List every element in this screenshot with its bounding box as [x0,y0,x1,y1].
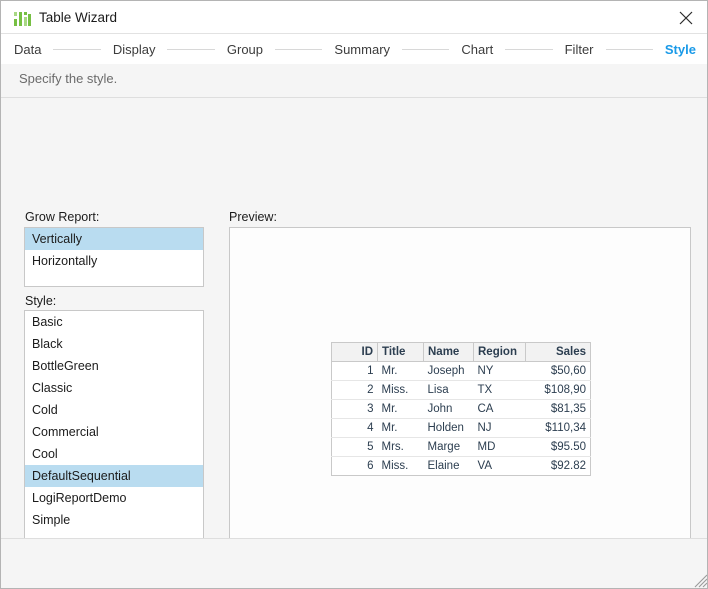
table-cell: VA [474,457,526,476]
dialog-body: Grow Report: VerticallyHorizontally Styl… [1,98,708,538]
step-connector [606,49,653,50]
table-cell: NY [474,362,526,381]
table-row: 5Mrs.MargeMD$95.50 [332,438,591,457]
table-cell: 5 [332,438,378,457]
column-header-region: Region [474,343,526,362]
column-header-name: Name [424,343,474,362]
table-cell: Mr. [378,419,424,438]
table-cell: Lisa [424,381,474,400]
wizard-step-style[interactable]: Style [665,42,696,57]
style-option-cool[interactable]: Cool [25,443,203,465]
table-cell: Elaine [424,457,474,476]
step-connector [53,49,100,50]
table-cell: John [424,400,474,419]
table-cell: $95.50 [526,438,591,457]
table-cell: 2 [332,381,378,400]
style-option-cold[interactable]: Cold [25,399,203,421]
column-header-sales: Sales [526,343,591,362]
wizard-step-chart[interactable]: Chart [461,42,493,57]
grow-option-vertically[interactable]: Vertically [25,228,203,250]
column-header-id: ID [332,343,378,362]
table-row: 3Mr.JohnCA$81,35 [332,400,591,419]
close-icon [679,11,693,25]
style-option-basic[interactable]: Basic [25,311,203,333]
grow-option-horizontally[interactable]: Horizontally [25,250,203,272]
table-cell: NJ [474,419,526,438]
table-cell: Mr. [378,400,424,419]
column-header-title: Title [378,343,424,362]
wizard-steps: Data Display Group Summary Chart Filter Style [14,34,696,64]
style-option-commercial[interactable]: Commercial [25,421,203,443]
style-label: Style: [25,294,56,308]
table-cell: CA [474,400,526,419]
wizard-step-filter[interactable]: Filter [565,42,594,57]
step-connector [275,49,322,50]
step-connector [505,49,552,50]
style-option-defaultsequential[interactable]: DefaultSequential [25,465,203,487]
table-row: 1Mr.JosephNY$50,60 [332,362,591,381]
table-cell: Marge [424,438,474,457]
table-cell: 4 [332,419,378,438]
grow-report-listbox[interactable]: VerticallyHorizontally [24,227,204,287]
step-connector [167,49,214,50]
preview-table-body: 1Mr.JosephNY$50,602Miss.LisaTX$108,903Mr… [332,362,591,476]
table-cell: 6 [332,457,378,476]
wizard-step-summary[interactable]: Summary [334,42,390,57]
style-option-black[interactable]: Black [25,333,203,355]
preview-table-head: IDTitleNameRegionSales [332,343,591,362]
footer-bar: Page Setup... Back Next Finish Cancel He… [1,539,708,589]
table-row: 4Mr.HoldenNJ$110,34 [332,419,591,438]
preview-label: Preview: [229,210,277,224]
title-bar: Table Wizard [1,1,708,34]
preview-table: IDTitleNameRegionSales 1Mr.JosephNY$50,6… [331,342,591,476]
table-cell: 1 [332,362,378,381]
table-row: 2Miss.LisaTX$108,90 [332,381,591,400]
table-cell: Mrs. [378,438,424,457]
close-button[interactable] [664,1,708,33]
table-cell: $81,35 [526,400,591,419]
table-cell: $110,34 [526,419,591,438]
table-cell: $108,90 [526,381,591,400]
table-cell: Joseph [424,362,474,381]
window-title: Table Wizard [39,9,117,26]
wizard-step-data[interactable]: Data [14,42,41,57]
table-cell: Holden [424,419,474,438]
style-option-simple[interactable]: Simple [25,509,203,531]
wizard-step-display[interactable]: Display [113,42,156,57]
table-cell: 3 [332,400,378,419]
style-option-classic[interactable]: Classic [25,377,203,399]
table-cell: $50,60 [526,362,591,381]
table-cell: Miss. [378,457,424,476]
step-connector [402,49,449,50]
table-cell: Miss. [378,381,424,400]
bar-chart-icon [14,10,31,26]
table-cell: TX [474,381,526,400]
table-cell: $92.82 [526,457,591,476]
table-wizard-dialog: Table Wizard Data Display Group Summary Char… [0,0,708,589]
table-header-row: IDTitleNameRegionSales [332,343,591,362]
page-subtitle: Specify the style. [19,71,117,86]
resize-grip-icon[interactable] [692,572,708,588]
style-option-logireportdemo[interactable]: LogiReportDemo [25,487,203,509]
table-cell: Mr. [378,362,424,381]
preview-panel: IDTitleNameRegionSales 1Mr.JosephNY$50,6… [229,227,691,589]
wizard-steps-bar: Data Display Group Summary Chart Filter Style [1,34,708,64]
table-cell: MD [474,438,526,457]
style-option-bottlegreen[interactable]: BottleGreen [25,355,203,377]
grow-report-label: Grow Report: [25,210,99,224]
table-row: 6Miss.ElaineVA$92.82 [332,457,591,476]
wizard-step-group[interactable]: Group [227,42,263,57]
